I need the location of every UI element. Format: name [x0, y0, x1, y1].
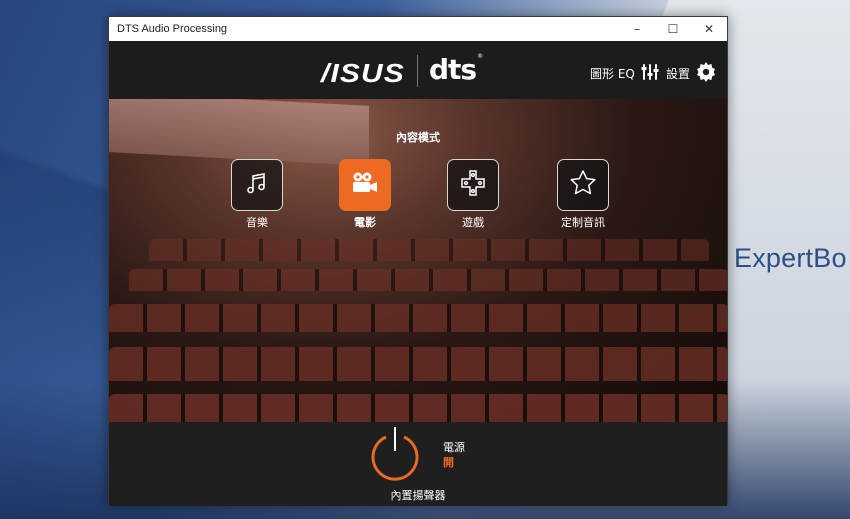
power-label: 電源	[443, 441, 465, 454]
equalizer-icon	[641, 63, 659, 84]
close-button[interactable]: ✕	[691, 17, 727, 41]
star-icon	[569, 169, 597, 201]
seat-row	[109, 347, 727, 381]
asus-logo: /ISUS	[321, 58, 405, 88]
mode-game[interactable]: 遊戲	[445, 159, 501, 230]
seat-row	[109, 304, 727, 332]
logo-divider	[417, 55, 418, 87]
mode-music[interactable]: 音樂	[229, 159, 285, 230]
seat-row	[109, 394, 727, 422]
gamepad-icon	[459, 169, 487, 201]
speaker-device-label: 內置揚聲器	[390, 489, 446, 502]
wallpaper-text: ExpertBo	[734, 243, 847, 273]
settings-label: 設置	[666, 67, 691, 81]
movie-camera-icon	[351, 170, 379, 200]
window-title: DTS Audio Processing	[117, 23, 228, 35]
power-button[interactable]	[368, 425, 422, 483]
seat-row	[129, 269, 727, 291]
title-bar[interactable]: DTS Audio Processing – ☐ ✕	[109, 17, 727, 41]
mode-label: 音樂	[246, 216, 268, 229]
seat-row	[149, 239, 709, 261]
mode-movie[interactable]: 電影	[337, 159, 393, 230]
mode-custom-audio[interactable]: 定制音訊	[553, 159, 613, 230]
minimize-button[interactable]: –	[619, 17, 655, 41]
mode-label: 定制音訊	[561, 216, 605, 229]
power-panel: 電源 開 內置揚聲器	[109, 422, 727, 506]
graphic-eq-button[interactable]: 圖形 EQ	[590, 63, 659, 84]
content-mode-title: 內容模式	[396, 131, 440, 144]
gear-icon	[696, 62, 716, 85]
dts-window: DTS Audio Processing – ☐ ✕ /ISUS dts® 圖形…	[108, 16, 728, 506]
music-note-icon	[244, 170, 270, 200]
maximize-button[interactable]: ☐	[655, 17, 691, 41]
graphic-eq-label: 圖形 EQ	[590, 67, 635, 81]
content-mode-panel: 內容模式 音樂 電影 遊戲 定制音訊	[109, 99, 727, 422]
app-header: /ISUS dts® 圖形 EQ 設置	[109, 41, 727, 99]
mode-label: 電影	[354, 216, 376, 229]
dts-logo: dts®	[429, 53, 483, 86]
settings-button[interactable]: 設置	[666, 62, 716, 85]
power-icon	[368, 427, 422, 487]
mode-label: 遊戲	[462, 216, 484, 229]
power-state: 開	[443, 456, 454, 469]
